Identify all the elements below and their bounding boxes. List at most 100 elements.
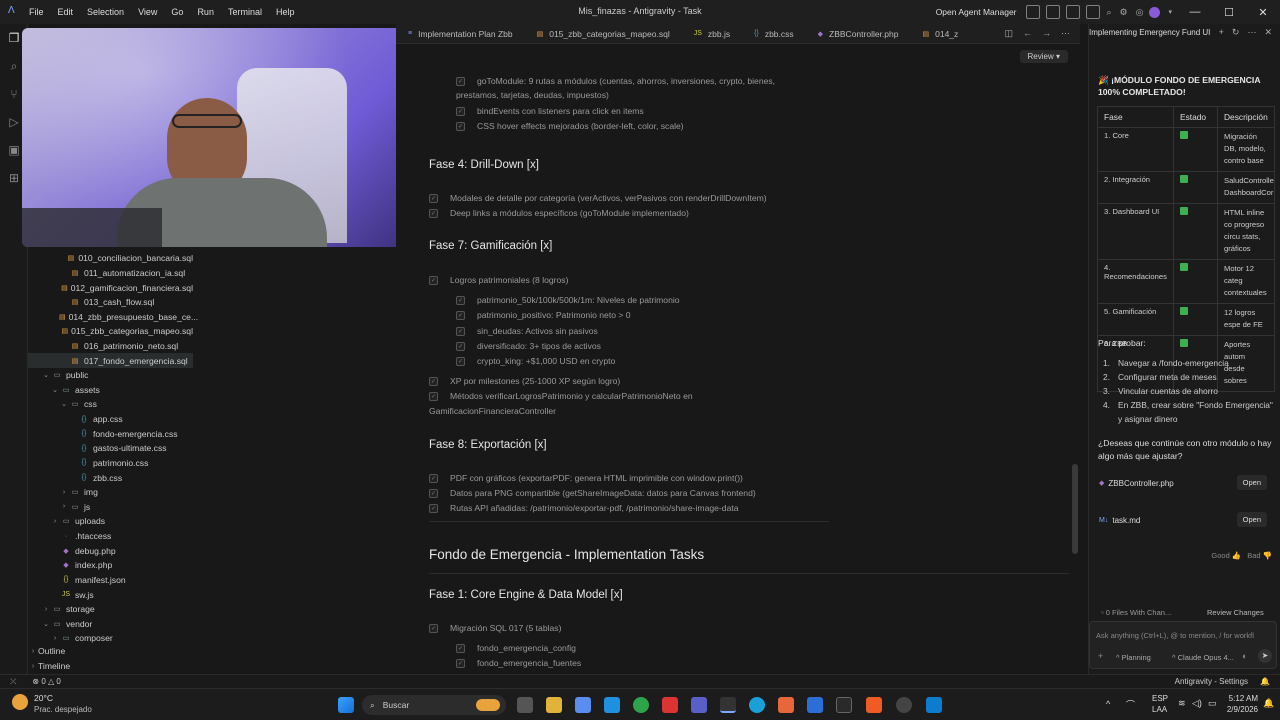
tree-folder[interactable]: › ▭ js bbox=[28, 500, 193, 515]
battery-icon[interactable]: ▭ bbox=[1208, 698, 1217, 709]
clock-date[interactable]: 2/9/2026 bbox=[1218, 705, 1258, 714]
history-icon[interactable]: ↻ bbox=[1232, 27, 1240, 38]
tree-file[interactable]: ▤ 017_fondo_emergencia.sql bbox=[28, 353, 193, 368]
task-item[interactable]: ✓ fondo_emergencia_fuentes bbox=[456, 658, 581, 668]
tree-file[interactable]: ▤ 010_conciliacion_bancaria.sql bbox=[28, 251, 193, 266]
taskbar-search[interactable]: ⌕ Buscar bbox=[362, 695, 506, 715]
checkbox-checked-icon[interactable]: ✓ bbox=[456, 76, 465, 86]
problems-indicator[interactable]: ⊗ 0 △ 0 bbox=[32, 677, 60, 686]
tree-file[interactable]: ▤ 012_gamificacion_financiera.sql bbox=[28, 280, 193, 295]
editor-scrollbar[interactable] bbox=[1072, 464, 1078, 554]
task-item[interactable]: ✓ goToModule: 9 rutas a módulos (cuentas,… bbox=[456, 76, 775, 86]
checkbox-checked-icon[interactable]: ✓ bbox=[429, 208, 438, 218]
tray-chevron-icon[interactable]: ^ bbox=[1106, 699, 1110, 709]
checkbox-checked-icon[interactable]: ✓ bbox=[429, 376, 438, 386]
checkbox-checked-icon[interactable]: ✓ bbox=[429, 391, 438, 401]
planning-toggle[interactable]: ^ Planning bbox=[1116, 653, 1151, 662]
notifications-bell-icon[interactable]: 🔔 bbox=[1260, 677, 1270, 686]
editor-tab[interactable]: ◆ ZBBController.php bbox=[806, 24, 911, 44]
menu-item-go[interactable]: Go bbox=[171, 7, 183, 17]
tree-file[interactable]: ▤ 014_zbb_presupuesto_base_ce... bbox=[28, 309, 198, 324]
brave-icon[interactable] bbox=[866, 697, 882, 713]
copilot-icon[interactable] bbox=[575, 697, 591, 713]
antigravity-icon[interactable] bbox=[720, 697, 736, 713]
task-item[interactable]: ✓ fondo_emergencia_config bbox=[456, 643, 576, 653]
task-item[interactable]: ✓ bindEvents con listeners para click en … bbox=[456, 106, 644, 116]
volume-icon[interactable]: ◁) bbox=[1192, 698, 1202, 709]
avatar[interactable] bbox=[1149, 6, 1161, 18]
bad-button[interactable]: Bad 👎 bbox=[1247, 551, 1272, 560]
settings-gear-icon[interactable]: ⚙ bbox=[1120, 7, 1128, 18]
checkbox-checked-icon[interactable]: ✓ bbox=[456, 341, 465, 351]
tree-file[interactable]: {} manifest.json bbox=[28, 573, 193, 588]
file-card[interactable]: M↓ task.md Open bbox=[1099, 509, 1273, 531]
task-item[interactable]: ✓ Logros patrimoniales (8 logros) bbox=[429, 275, 568, 285]
tree-file[interactable]: ◆ debug.php bbox=[28, 543, 193, 558]
good-button[interactable]: Good 👍 bbox=[1211, 551, 1241, 560]
wifi-icon[interactable]: ≋ bbox=[1178, 698, 1186, 709]
notifications-icon[interactable]: ◎ bbox=[1136, 7, 1144, 18]
task-item[interactable]: ✓ Deep links a módulos específicos (goToM… bbox=[429, 208, 689, 218]
tree-file[interactable]: {} fondo-emergencia.css bbox=[28, 426, 193, 441]
more-icon[interactable]: ⋯ bbox=[1247, 27, 1256, 38]
minimize-button[interactable]: — bbox=[1178, 6, 1212, 18]
tree-folder[interactable]: › ▭ img bbox=[28, 485, 193, 500]
tree-file[interactable]: ▤ 011_automatizacion_ia.sql bbox=[28, 266, 193, 281]
tree-file[interactable]: {} patrimonio.css bbox=[28, 456, 193, 471]
remote-icon[interactable]: ⤫ bbox=[10, 677, 16, 687]
tree-file[interactable]: ◆ index.php bbox=[28, 558, 193, 573]
forward-icon[interactable]: → bbox=[1042, 28, 1051, 39]
tree-folder[interactable]: ⌄ ▭ css bbox=[28, 397, 193, 412]
tree-folder[interactable]: › ▭ uploads bbox=[28, 514, 193, 529]
lang-1[interactable]: ESP bbox=[1152, 694, 1168, 703]
model-select[interactable]: ^ Claude Opus 4... bbox=[1172, 653, 1234, 662]
agent-input[interactable]: Ask anything (Ctrl+L), @ to mention, / f… bbox=[1096, 631, 1272, 640]
tree-folder[interactable]: › ▭ storage bbox=[28, 602, 193, 617]
edge-icon[interactable] bbox=[749, 697, 765, 713]
tree-folder[interactable]: ⌄ ▭ vendor bbox=[28, 617, 193, 632]
layout-sidebar-icon[interactable] bbox=[1025, 5, 1040, 19]
tree-folder[interactable]: ⌄ ▭ public bbox=[28, 368, 193, 383]
menu-item-help[interactable]: Help bbox=[276, 7, 295, 17]
menu-item-terminal[interactable]: Terminal bbox=[228, 7, 262, 17]
checkbox-checked-icon[interactable]: ✓ bbox=[456, 356, 465, 366]
clock-time[interactable]: 5:12 AM bbox=[1222, 694, 1258, 703]
close-icon[interactable]: ✕ bbox=[1264, 27, 1272, 38]
tree-file[interactable]: · .htaccess bbox=[28, 529, 193, 544]
layout-bottom-icon[interactable] bbox=[1065, 5, 1080, 19]
search-icon[interactable]: ⌕ bbox=[1107, 7, 1112, 18]
task-item[interactable]: ✓ Rutas API añadidas: /patrimonio/exporta… bbox=[429, 503, 739, 513]
task-item[interactable]: ✓ Datos para PNG compartible (getShareIma… bbox=[429, 488, 756, 498]
task-item[interactable]: ✓ patrimonio_positivo: Patrimonio neto > … bbox=[456, 310, 631, 320]
back-icon[interactable]: ← bbox=[1023, 28, 1032, 39]
outlook-icon[interactable] bbox=[604, 697, 620, 713]
checkbox-checked-icon[interactable]: ✓ bbox=[456, 121, 465, 131]
tree-file[interactable]: ▤ 016_patrimonio_neto.sql bbox=[28, 339, 193, 354]
checkbox-checked-icon[interactable]: ✓ bbox=[429, 193, 438, 203]
close-window-button[interactable]: ✕ bbox=[1246, 6, 1280, 19]
files-changed[interactable]: ▫ 0 Files With Chan... bbox=[1101, 608, 1171, 617]
checkbox-checked-icon[interactable]: ✓ bbox=[456, 643, 465, 653]
task-item[interactable]: ✓ patrimonio_50k/100k/500k/1m: Niveles de… bbox=[456, 295, 680, 305]
task-item[interactable]: ✓ Métodos verificarLogrosPatrimonio y cal… bbox=[429, 391, 693, 401]
review-button[interactable]: Review ▾ bbox=[1019, 50, 1068, 63]
terminal-icon[interactable] bbox=[836, 697, 852, 713]
network-icon[interactable]: ⌒ bbox=[1126, 698, 1135, 711]
outline-section[interactable]: › Outline bbox=[28, 644, 193, 659]
editor-tab[interactable]: ≡ Implementation Plan Zbb bbox=[396, 24, 525, 44]
chrome-icon[interactable] bbox=[633, 697, 649, 713]
menu-item-view[interactable]: View bbox=[138, 7, 157, 17]
teams-icon[interactable] bbox=[691, 697, 707, 713]
task-item[interactable]: ✓ CSS hover effects mejorados (border-lef… bbox=[456, 121, 684, 131]
checkbox-checked-icon[interactable]: ✓ bbox=[429, 275, 438, 285]
open-file-button[interactable]: Open bbox=[1236, 475, 1267, 490]
lang-2[interactable]: LAA bbox=[1152, 705, 1167, 714]
menu-item-run[interactable]: Run bbox=[197, 7, 214, 17]
send-button[interactable]: ➤ bbox=[1258, 649, 1272, 663]
editor-tab[interactable]: JS zbb.js bbox=[682, 24, 742, 44]
task-item[interactable]: ✓ diversificado: 3+ tipos de activos bbox=[456, 341, 601, 351]
windows-start-icon[interactable] bbox=[338, 697, 354, 713]
postman-icon[interactable] bbox=[778, 697, 794, 713]
add-context-icon[interactable]: + bbox=[1098, 651, 1103, 661]
editor-tab[interactable]: {} zbb.css bbox=[742, 24, 806, 44]
